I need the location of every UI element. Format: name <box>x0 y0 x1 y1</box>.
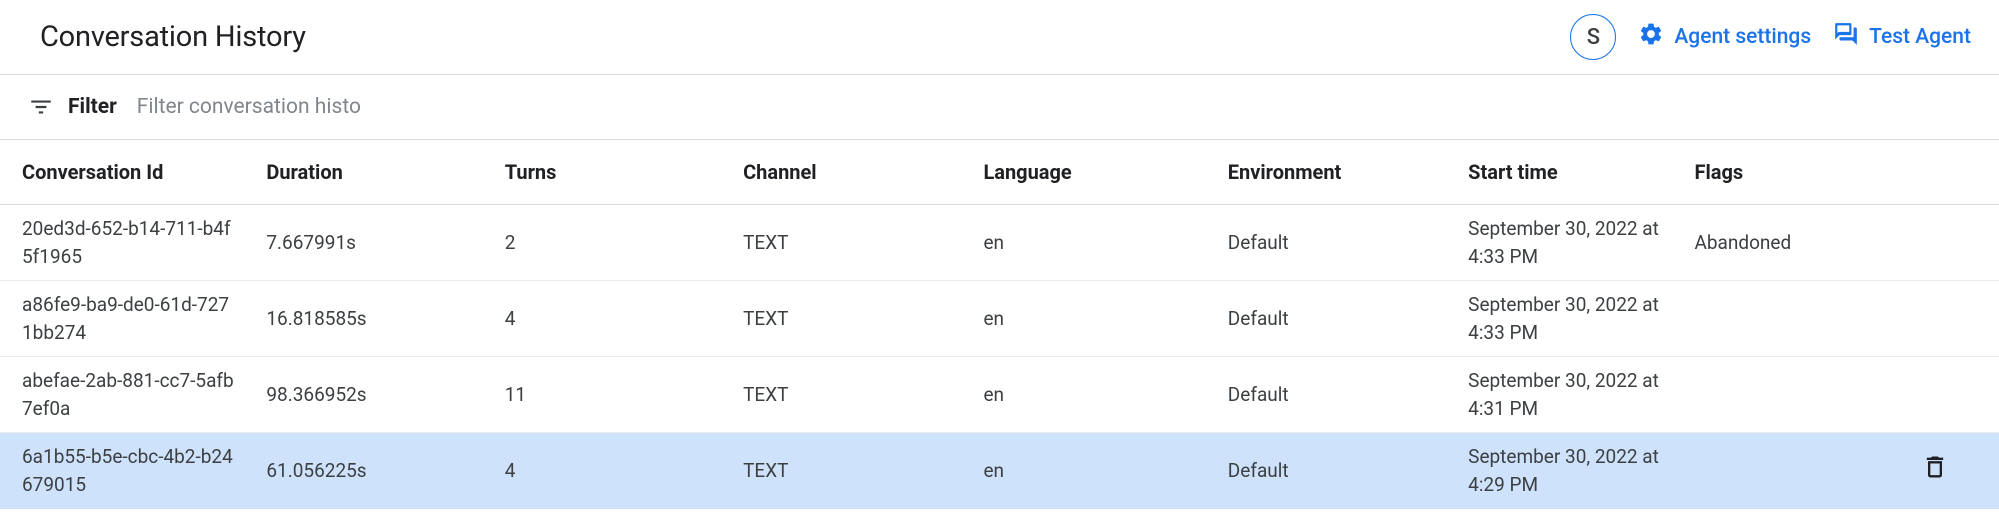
col-header-id[interactable]: Conversation Id <box>0 140 244 205</box>
environment-cell: Default <box>1206 281 1446 357</box>
filter-bar: Filter <box>0 75 1999 140</box>
actions-cell <box>1899 281 1999 357</box>
duration-cell: 16.818585s <box>244 281 482 357</box>
filter-icon[interactable] <box>28 94 54 120</box>
table-row[interactable]: abefae-2ab-881-cc7-5afb7ef0a98.366952s11… <box>0 357 1999 433</box>
environment-cell: Default <box>1206 205 1446 281</box>
filter-input[interactable] <box>131 91 391 123</box>
duration-cell: 61.056225s <box>244 433 482 509</box>
channel-cell: TEXT <box>721 357 961 433</box>
turns-cell: 4 <box>483 281 721 357</box>
conversation-id-cell: 6a1b55-b5e-cbc-4b2-b24679015 <box>0 433 244 509</box>
col-header-channel[interactable]: Channel <box>721 140 961 205</box>
col-header-actions <box>1899 140 1999 205</box>
conversation-table: Conversation Id Duration Turns Channel L… <box>0 140 1999 509</box>
filter-label: Filter <box>68 95 117 119</box>
actions-cell <box>1899 433 1999 509</box>
actions-cell <box>1899 357 1999 433</box>
test-agent-label: Test Agent <box>1869 25 1971 49</box>
environment-cell: Default <box>1206 433 1446 509</box>
conversation-id-cell: 20ed3d-652-b14-711-b4f5f1965 <box>0 205 244 281</box>
language-cell: en <box>961 205 1205 281</box>
delete-icon[interactable] <box>1921 453 1949 481</box>
chat-icon <box>1833 21 1859 53</box>
test-agent-link[interactable]: Test Agent <box>1833 21 1971 53</box>
table-header-row: Conversation Id Duration Turns Channel L… <box>0 140 1999 205</box>
col-header-language[interactable]: Language <box>961 140 1205 205</box>
channel-cell: TEXT <box>721 205 961 281</box>
conversation-id-cell: a86fe9-ba9-de0-61d-7271bb274 <box>0 281 244 357</box>
turns-cell: 11 <box>483 357 721 433</box>
col-header-turns[interactable]: Turns <box>483 140 721 205</box>
conversation-id-cell: abefae-2ab-881-cc7-5afb7ef0a <box>0 357 244 433</box>
language-cell: en <box>961 357 1205 433</box>
channel-cell: TEXT <box>721 433 961 509</box>
table-row[interactable]: 6a1b55-b5e-cbc-4b2-b2467901561.056225s4T… <box>0 433 1999 509</box>
avatar[interactable]: S <box>1570 14 1616 60</box>
language-cell: en <box>961 433 1205 509</box>
language-cell: en <box>961 281 1205 357</box>
duration-cell: 98.366952s <box>244 357 482 433</box>
page-title: Conversation History <box>40 20 1570 54</box>
flags-cell: Abandoned <box>1672 205 1898 281</box>
turns-cell: 4 <box>483 433 721 509</box>
header-actions: S Agent settings Test Agent <box>1570 14 1971 60</box>
col-header-flags[interactable]: Flags <box>1672 140 1898 205</box>
turns-cell: 2 <box>483 205 721 281</box>
agent-settings-label: Agent settings <box>1674 25 1811 49</box>
gear-icon <box>1638 21 1664 53</box>
agent-settings-link[interactable]: Agent settings <box>1638 21 1811 53</box>
col-header-starttime[interactable]: Start time <box>1446 140 1672 205</box>
channel-cell: TEXT <box>721 281 961 357</box>
duration-cell: 7.667991s <box>244 205 482 281</box>
col-header-environment[interactable]: Environment <box>1206 140 1446 205</box>
flags-cell <box>1672 281 1898 357</box>
starttime-cell: September 30, 2022 at 4:31 PM <box>1446 357 1672 433</box>
page-header: Conversation History S Agent settings Te… <box>0 0 1999 75</box>
avatar-letter: S <box>1587 25 1600 50</box>
table-row[interactable]: a86fe9-ba9-de0-61d-7271bb27416.818585s4T… <box>0 281 1999 357</box>
starttime-cell: September 30, 2022 at 4:33 PM <box>1446 205 1672 281</box>
starttime-cell: September 30, 2022 at 4:29 PM <box>1446 433 1672 509</box>
environment-cell: Default <box>1206 357 1446 433</box>
table-row[interactable]: 20ed3d-652-b14-711-b4f5f19657.667991s2TE… <box>0 205 1999 281</box>
flags-cell <box>1672 357 1898 433</box>
actions-cell <box>1899 205 1999 281</box>
col-header-duration[interactable]: Duration <box>244 140 482 205</box>
flags-cell <box>1672 433 1898 509</box>
starttime-cell: September 30, 2022 at 4:33 PM <box>1446 281 1672 357</box>
